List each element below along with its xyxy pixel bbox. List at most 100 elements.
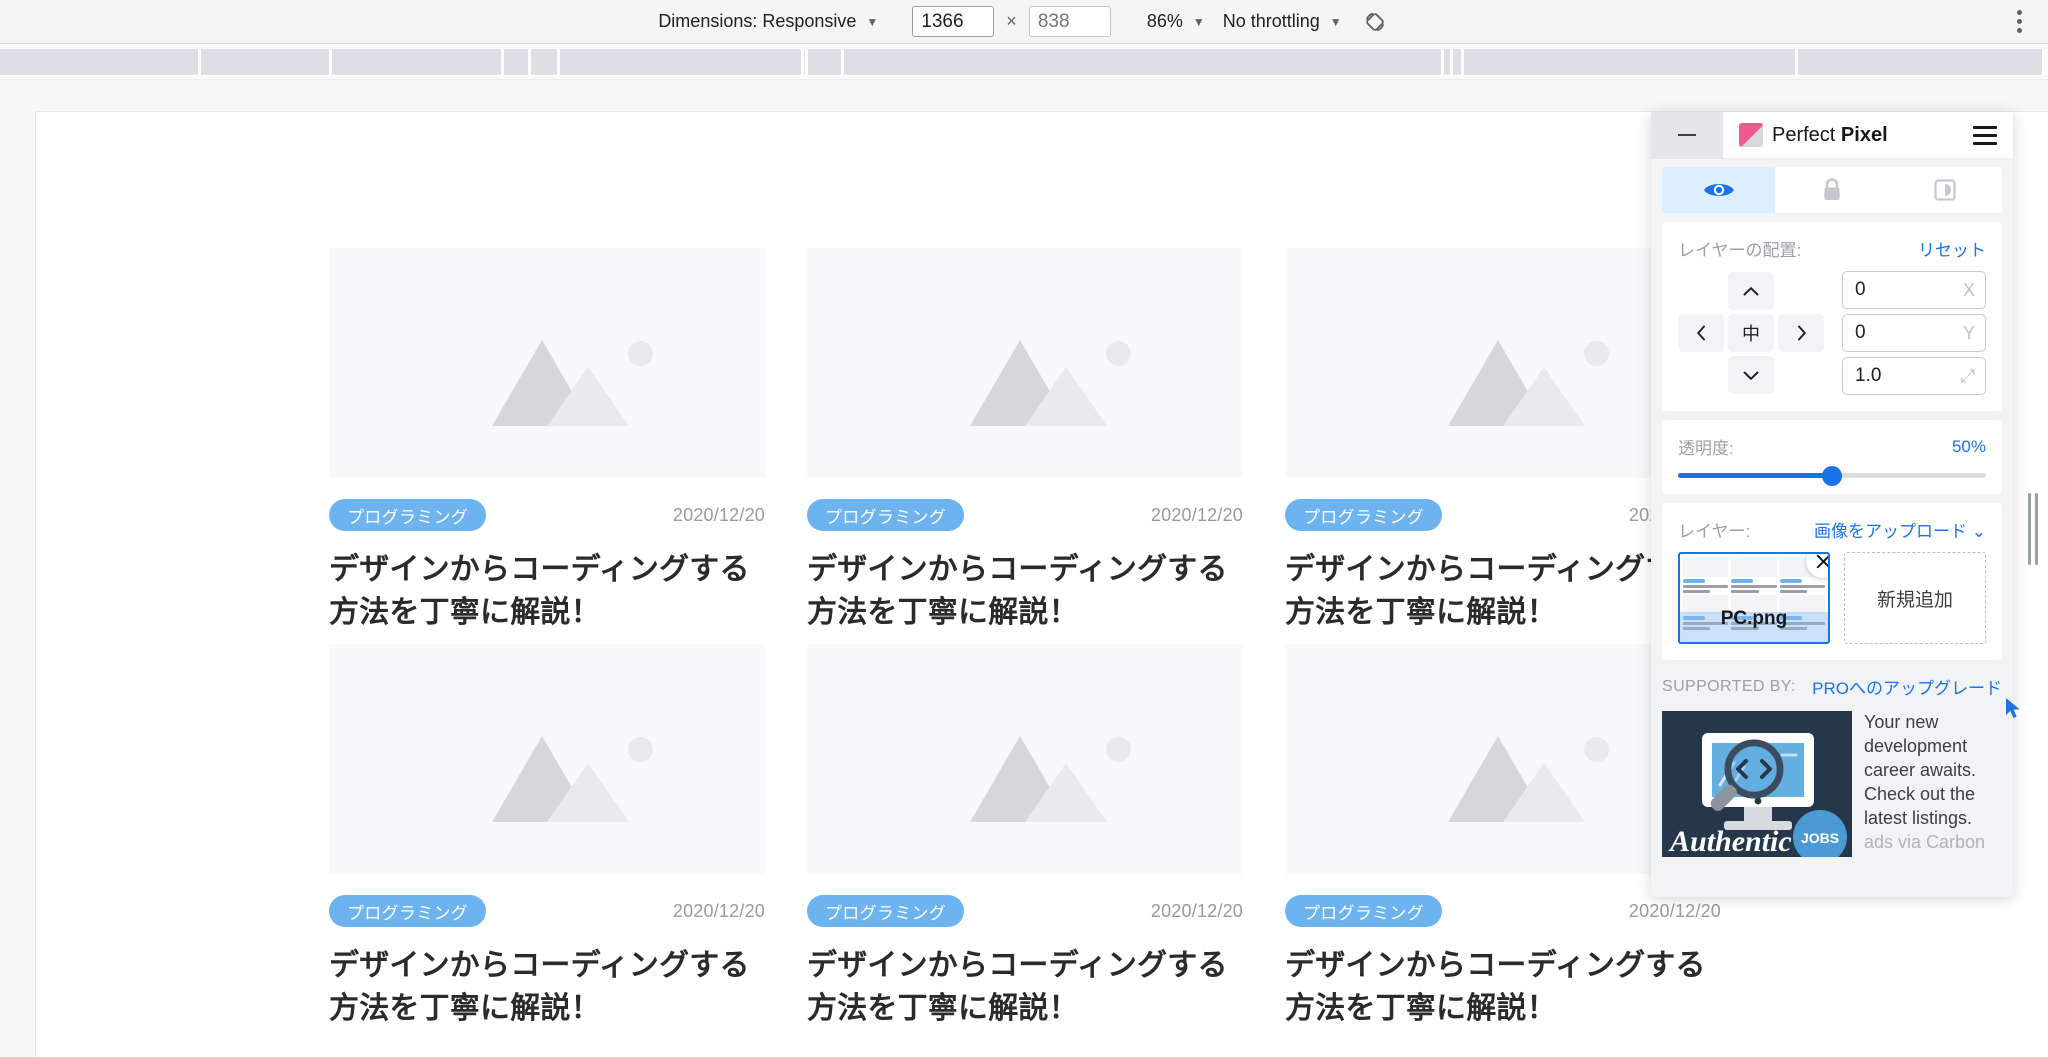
more-options-button[interactable] [2006, 7, 2032, 37]
ad-line-1: Your new [1864, 712, 1939, 732]
ruler-segment [504, 49, 531, 75]
card-title[interactable]: デザインからコーディングする方法を丁寧に解説！ [807, 549, 1243, 634]
kebab-dot [2016, 28, 2022, 33]
card-meta: プログラミング 2020/12/20 [807, 499, 1243, 531]
panel-resize-grip-icon [2028, 492, 2031, 565]
perfect-pixel-panel: Perfect Pixel レイヤーの配置: リセット 中 0 X 0 Y 1.… [1651, 111, 2013, 897]
dpad-empty [1678, 356, 1724, 394]
lock-icon [1824, 178, 1840, 200]
blog-card[interactable]: プログラミング 2020/12/20 デザインからコーディングする方法を丁寧に解説！ [807, 644, 1243, 1040]
svg-text:Authentic: Authentic [1668, 825, 1792, 857]
eye-icon [1703, 184, 1734, 196]
scale-field[interactable]: 1.0 ⤢ [1842, 357, 1986, 395]
tab-lock[interactable] [1775, 167, 1889, 213]
center-button[interactable]: 中 [1728, 314, 1774, 352]
ruler-track [0, 49, 2048, 75]
thumbnail-mini-line [1683, 585, 1729, 588]
category-badge[interactable]: プログラミング [329, 499, 487, 531]
card-date: 2020/12/20 [1150, 504, 1243, 525]
move-down-button[interactable] [1728, 356, 1774, 394]
thumbnail-mini-card [1731, 558, 1777, 593]
panel-resize-handle[interactable] [2026, 492, 2040, 565]
zoom-level-label: 86% [1146, 11, 1183, 31]
ad-image[interactable]: Authentic JOBS [1662, 711, 1852, 857]
card-title[interactable]: デザインからコーディングする方法を丁寧に解説！ [329, 549, 765, 634]
card-thumbnail[interactable] [807, 644, 1243, 875]
hamburger-menu-icon [1973, 141, 1997, 145]
direction-pad: 中 [1678, 272, 1828, 394]
card-thumbnail[interactable] [329, 644, 765, 875]
blog-card[interactable]: プログラミング 2020/12/20 デザインからコーディングする方法を丁寧に解説！ [329, 248, 765, 644]
opacity-value: 50% [1951, 436, 1986, 456]
category-badge[interactable]: プログラミング [807, 499, 965, 531]
ruler-segment [0, 49, 201, 75]
card-title[interactable]: デザインからコーディングする方法を丁寧に解説！ [1285, 945, 1721, 1030]
thumbnail-mini-card [1683, 558, 1729, 593]
category-badge[interactable]: プログラミング [807, 895, 965, 928]
dpad-empty [1678, 272, 1724, 310]
thumbnail-mini-line [1731, 590, 1759, 593]
opacity-slider[interactable] [1678, 465, 1986, 486]
blog-card[interactable]: プログラミング 2020/12/20 デザインからコーディングする方法を丁寧に解説！ [329, 644, 765, 1040]
ad-text: Your new development career awaits. Chec… [1864, 711, 2002, 857]
hamburger-menu-button[interactable] [1957, 112, 2013, 159]
blog-card[interactable]: プログラミング 2020/12/20 デザインからコーディングする方法を丁寧に解説！ [807, 248, 1243, 644]
reset-button[interactable]: リセット [1918, 236, 1986, 261]
svg-text:JOBS: JOBS [1801, 830, 1839, 846]
upload-image-dropdown[interactable]: 画像をアップロード ⌄ [1814, 517, 1986, 542]
chevron-down-icon [1743, 371, 1759, 380]
upgrade-to-pro-link[interactable]: PROへのアップグレード [1812, 674, 2002, 699]
ruler-segment [1444, 49, 1454, 75]
throttling-dropdown[interactable]: No throttling ▼ [1221, 7, 1342, 37]
layers-header: レイヤー: 画像をアップロード ⌄ [1678, 517, 1986, 542]
ruler-segment [201, 49, 333, 75]
image-placeholder-icon [1503, 763, 1585, 823]
category-badge[interactable]: プログラミング [1285, 499, 1443, 531]
move-left-button[interactable] [1678, 314, 1724, 352]
card-meta: プログラミング 2020/12/20 [329, 499, 765, 531]
carbon-ad[interactable]: Authentic JOBS Your new development care… [1662, 711, 2002, 857]
thumbnail-mini-image [1731, 558, 1777, 577]
ruler-segment [1453, 49, 1464, 75]
opacity-label: 透明度: [1678, 439, 1734, 458]
card-date: 2020/12/20 [672, 504, 765, 525]
ad-line-3: career awaits. [1864, 759, 1977, 780]
chevron-down-icon: ⌄ [1971, 522, 1986, 541]
opacity-slider-knob[interactable] [1822, 465, 1842, 486]
card-meta: プログラミング 2020/12/20 [807, 895, 1243, 928]
card-thumbnail[interactable] [329, 248, 765, 478]
card-title[interactable]: デザインからコーディングする方法を丁寧に解説！ [807, 945, 1243, 1030]
category-badge[interactable]: プログラミング [1285, 895, 1443, 928]
zoom-dropdown[interactable]: 86% ▼ [1145, 7, 1205, 37]
chevron-down-icon: ▼ [1192, 14, 1205, 29]
card-thumbnail[interactable] [807, 248, 1243, 478]
offset-x-field[interactable]: 0 X [1842, 271, 1986, 309]
minimize-button[interactable] [1651, 111, 1723, 159]
dimension-multiply-symbol: × [1006, 11, 1017, 31]
close-icon [1816, 554, 1828, 568]
dimensions-dropdown[interactable]: Dimensions: Responsive ▼ [656, 7, 878, 37]
panel-title-bold: Pixel [1840, 123, 1888, 146]
add-layer-button[interactable]: 新規追加 [1844, 552, 1986, 644]
viewport-width-input[interactable] [912, 6, 995, 37]
layer-placement-section: レイヤーの配置: リセット 中 0 X 0 Y 1.0 ⤢ [1662, 222, 2002, 411]
viewport-height-input[interactable] [1028, 6, 1111, 37]
layer-thumbnail[interactable]: PC.png [1678, 552, 1830, 644]
opacity-header: 透明度: 50% [1678, 434, 1986, 459]
mouse-cursor [2004, 697, 2026, 721]
move-up-button[interactable] [1728, 272, 1774, 310]
tab-visibility[interactable] [1662, 167, 1776, 213]
ad-line-2: development [1864, 735, 1968, 756]
rotate-device-button[interactable] [1358, 7, 1392, 37]
image-placeholder-icon [1106, 341, 1131, 366]
ruler-segment [1464, 49, 1799, 75]
placement-label: レイヤーの配置: [1678, 241, 1802, 260]
tab-contrast[interactable] [1888, 167, 2002, 213]
category-badge[interactable]: プログラミング [329, 895, 487, 928]
chevron-down-icon: ▼ [1329, 14, 1342, 29]
image-placeholder-icon [547, 763, 629, 823]
offset-y-field[interactable]: 0 Y [1842, 314, 1986, 352]
upload-image-label: 画像をアップロード [1814, 522, 1968, 541]
card-title[interactable]: デザインからコーディングする方法を丁寧に解説！ [329, 945, 765, 1030]
move-right-button[interactable] [1778, 314, 1824, 352]
